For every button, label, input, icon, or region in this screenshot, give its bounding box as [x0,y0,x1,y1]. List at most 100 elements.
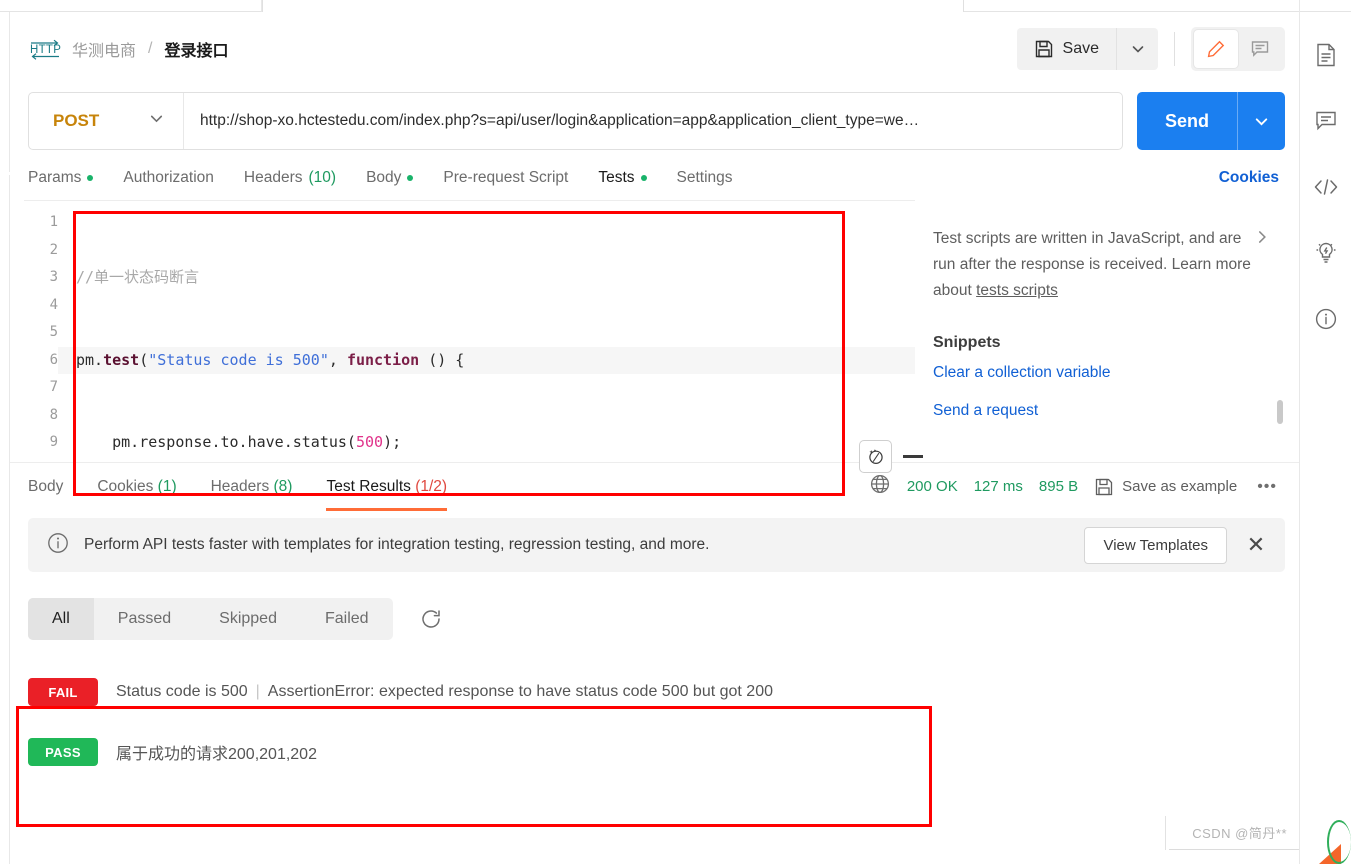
code-content[interactable]: //单一状态码断言 pm.test("Status code is 500", … [58,201,915,462]
pencil-icon [1207,40,1225,58]
globe-icon[interactable] [869,473,891,500]
snippets-scrollbar[interactable] [1277,400,1283,424]
tests-help-panel: Test scripts are written in JavaScript, … [915,200,1285,462]
corner-circle-decoration [1327,820,1351,864]
code-editor[interactable]: 1 2 3 4 5 6 7 8 9 //单一状态码断言 pm.test("Sta… [24,200,915,462]
code-token: pm. [76,350,104,369]
unsaved-dot-icon [407,175,414,181]
filter-all[interactable]: All [28,598,94,640]
response-size: 895 B [1038,478,1079,495]
filter-passed[interactable]: Passed [94,598,195,640]
response-tab-body[interactable]: Body [28,463,80,511]
watermark: CSDN @简丹** [1192,826,1287,841]
code-token: , [328,350,347,369]
right-icon-rail [1299,12,1351,864]
url-input[interactable]: http://shop-xo.hctestedu.com/index.php?s… [184,93,1122,149]
code-icon[interactable] [1313,174,1339,200]
view-templates-button[interactable]: View Templates [1084,526,1227,564]
test-result-text: Status code is 500 | AssertionError: expec… [116,683,773,701]
collapse-help-chevron-right-icon[interactable] [1253,228,1271,251]
snippet-send-a-request[interactable]: Send a request [933,402,1251,420]
cookies-link[interactable]: Cookies [1219,169,1285,187]
header-divider [1174,32,1175,66]
tab-headers[interactable]: Headers (10) [229,169,351,187]
snippet-clear-collection-variable[interactable]: Clear a collection variable [933,364,1251,382]
tab-settings[interactable]: Settings [662,169,748,187]
method-selector[interactable]: POST [29,93,184,149]
url-box: POST http://shop-xo.hctestedu.com/index.… [28,92,1123,150]
lightbulb-icon[interactable] [1313,240,1339,266]
breadcrumb-request-name[interactable]: 登录接口 [164,37,228,61]
tab-strip-left [0,0,262,12]
table-row[interactable]: FAIL Status code is 500 | AssertionError: … [28,662,1285,722]
code-string: "Status code is 500" [148,350,329,369]
unsaved-dot-icon [640,175,647,181]
comment-mode-button[interactable] [1238,30,1282,68]
save-button[interactable]: Save [1017,28,1116,70]
test-result-name: Status code is 500 [116,683,248,700]
status-badge: FAIL [28,678,98,706]
info-circle-icon [46,531,70,560]
documentation-icon[interactable] [1313,42,1339,68]
tab-params[interactable]: Params [28,169,108,187]
beautify-code-button[interactable] [859,440,892,473]
request-header: HTTP 华测电商 / 登录接口 Save [10,12,1299,86]
code-token: test [103,350,140,369]
tab-authorization[interactable]: Authorization [108,169,228,187]
response-tab-headers[interactable]: Headers (8) [194,463,310,511]
save-button-group: Save [1016,28,1158,70]
response-tab-test-results[interactable]: Test Results (1/2) [309,463,464,511]
bottom-divider [1165,816,1166,850]
code-keyword: function [346,350,420,369]
tab-body[interactable]: Body [351,169,428,187]
comment-icon[interactable] [1313,108,1339,134]
magic-wand-icon [869,449,883,464]
info-icon[interactable] [1313,306,1339,332]
chevron-down-icon [148,110,165,132]
tests-editor-area: 1 2 3 4 5 6 7 8 9 //单一状态码断言 pm.test("Sta… [10,200,1299,473]
response-status: 200 OK [906,478,958,495]
code-token: ); [383,433,402,451]
breadcrumb-collection[interactable]: 华测电商 [72,37,136,61]
tab-pre-request-script[interactable]: Pre-request Script [428,169,583,187]
filter-segmented-control: All Passed Skipped Failed [28,598,393,640]
save-as-example-button[interactable]: Save as example [1094,477,1237,497]
response-tab-cookies[interactable]: Cookies (1) [80,463,193,511]
response-tab-body-label: Body [28,477,64,495]
filter-failed[interactable]: Failed [301,598,393,640]
tab-tests[interactable]: Tests [583,169,661,187]
test-result-filters: All Passed Skipped Failed [28,598,1285,640]
comment-icon [1251,41,1269,57]
response-tab-cookies-count: (1) [157,477,177,495]
response-more-options-button[interactable]: ••• [1253,478,1281,496]
table-row[interactable]: PASS 属于成功的请求200,201,202 [28,722,1285,782]
edit-mode-button[interactable] [1194,30,1238,68]
editor-minimize-handle[interactable] [903,455,923,458]
send-dropdown-button[interactable] [1237,92,1285,150]
unsaved-dot-icon [87,175,94,181]
chevron-down-icon [1132,46,1143,53]
save-dropdown-button[interactable] [1116,28,1158,70]
templates-banner: Perform API tests faster with templates … [28,518,1285,572]
code-comment: //单一状态码断言 [76,268,200,286]
tab-pre-request-script-label: Pre-request Script [443,169,569,186]
tab-strip-rail [1299,0,1351,12]
test-result-name: 属于成功的请求200,201,202 [116,746,317,763]
bottom-rule [1169,849,1299,850]
code-line-3: pm.response.to.have.status(500); [76,429,915,457]
test-result-message: AssertionError: expected response to hav… [267,683,773,700]
close-banner-icon[interactable]: ✕ [1241,530,1271,560]
snippets-title: Snippets [933,334,1001,351]
code-token: () { [419,350,465,369]
view-mode-group [1191,27,1285,71]
save-as-example-label: Save as example [1122,478,1238,495]
tests-scripts-link[interactable]: tests scripts [976,282,1058,299]
filter-skipped[interactable]: Skipped [195,598,301,640]
left-rail-divider [0,172,10,175]
refresh-icon[interactable] [419,607,443,631]
tab-headers-count: (10) [308,169,337,186]
response-tab-test-results-count: (1/2) [415,477,448,495]
send-button[interactable]: Send [1137,92,1237,150]
line-number: 3 [49,269,58,285]
tab-settings-label: Settings [676,169,733,186]
